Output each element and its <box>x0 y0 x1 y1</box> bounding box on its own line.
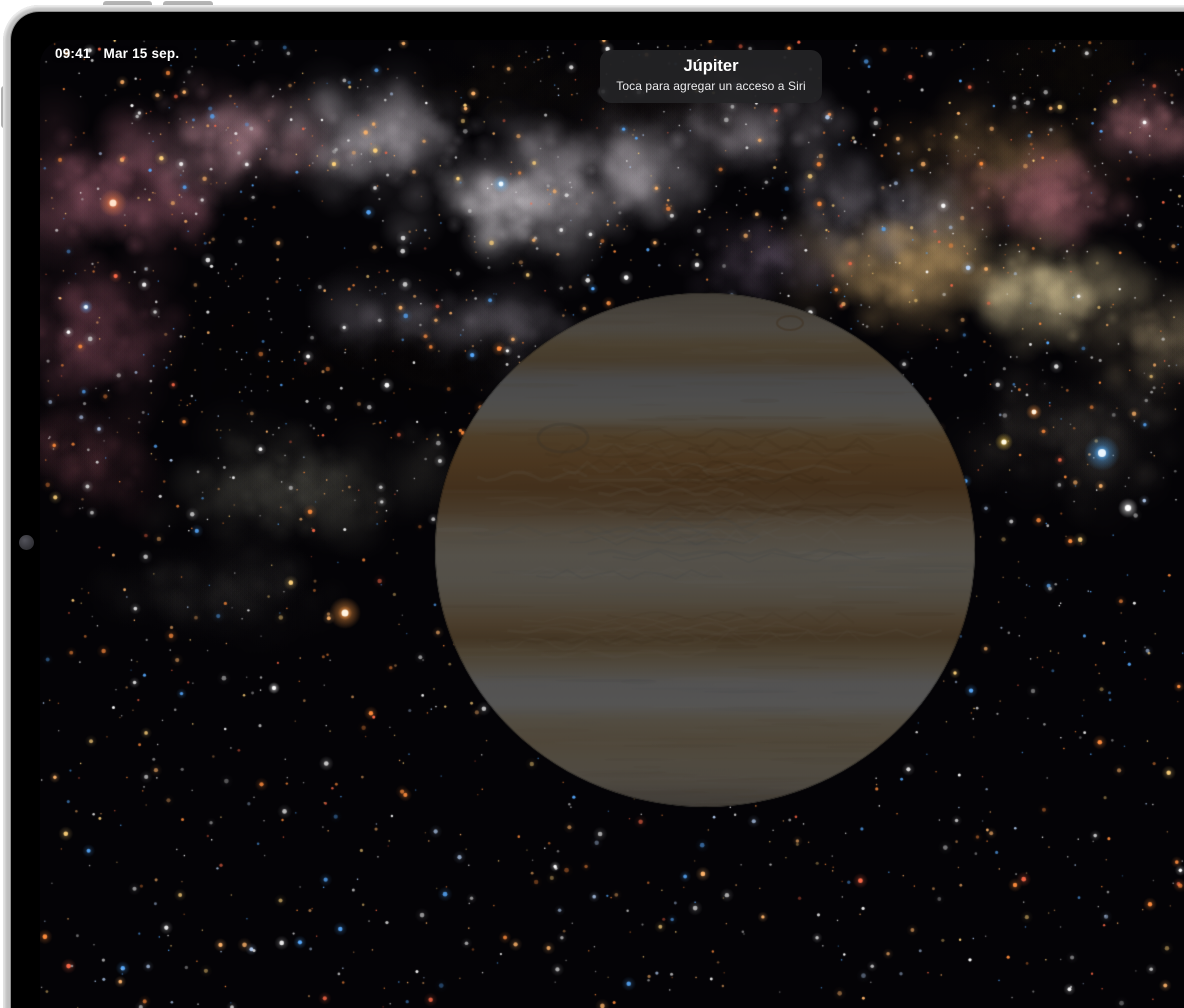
space-scene-canvas[interactable] <box>40 40 1184 1008</box>
siri-suggestion-banner[interactable]: Júpiter Toca para agregar un acceso a Si… <box>600 50 822 103</box>
status-time: 09:41 <box>55 46 91 61</box>
ipad-bezel: 09:41 Mar 15 sep. Júpiter Toca para agre… <box>11 12 1184 1008</box>
status-bar: 09:41 Mar 15 sep. <box>55 46 179 61</box>
status-date: Mar 15 sep. <box>104 46 180 61</box>
siri-banner-title: Júpiter <box>600 57 822 77</box>
siri-banner-subtitle: Toca para agregar un acceso a Siri <box>600 79 822 93</box>
front-camera-icon <box>19 535 34 550</box>
screenshot-root: 09:41 Mar 15 sep. Júpiter Toca para agre… <box>0 0 1184 1008</box>
ipad-screen: 09:41 Mar 15 sep. Júpiter Toca para agre… <box>40 40 1184 1008</box>
ipad-device-frame: 09:41 Mar 15 sep. Júpiter Toca para agre… <box>3 5 1184 1008</box>
